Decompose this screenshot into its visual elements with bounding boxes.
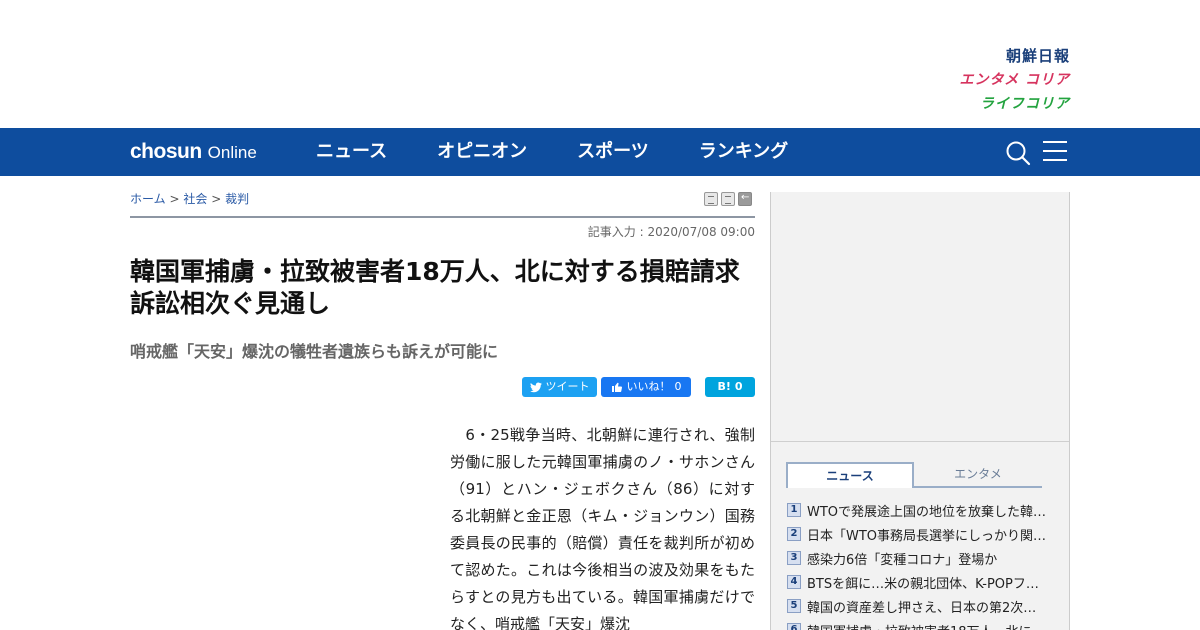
like-count: 0 — [674, 380, 682, 393]
rank-number-badge: 5 — [787, 599, 801, 613]
ranking-item[interactable]: 4 BTSを餌に…米の親北団体、K-POPファン… — [787, 570, 1049, 594]
article-headline: 韓国軍捕虜・拉致被害者18万人、北に対する損賠請求訴訟相次ぐ見通し — [130, 257, 740, 318]
header-divider — [130, 216, 755, 218]
ranking-item-title: 感染力6倍「変種コロナ」登場か — [807, 552, 998, 568]
nav-link-news[interactable]: ニュース — [316, 128, 387, 176]
breadcrumb: ホーム > 社会 > 裁判 — [130, 190, 249, 207]
ranking-item[interactable]: 1 WTOで発展途上国の地位を放棄した韓国… — [787, 498, 1049, 522]
tab-entertainment[interactable]: エンタメ — [914, 462, 1042, 488]
like-label: いいね！ — [626, 380, 671, 393]
chosun-online-logo[interactable]: chosun Online — [130, 138, 257, 166]
article-date: 記事入力 : 2020/07/08 09:00 — [587, 225, 755, 239]
hatena-bookmark-button[interactable]: B! 0 — [705, 377, 755, 397]
nav-link-ranking[interactable]: ランキング — [699, 128, 788, 176]
hatena-icon: B! — [717, 380, 731, 393]
nav-link-sports[interactable]: スポーツ — [577, 128, 649, 176]
breadcrumb-category[interactable]: 裁判 — [225, 192, 249, 206]
brand-links: 朝鮮日報 エンタメ コリア ライフコリア — [870, 44, 1070, 116]
ranking-item[interactable]: 3 感染力6倍「変種コロナ」登場か — [787, 546, 1049, 570]
ranking-item-title: 日本「WTO事務局長選挙にしっかり関与… — [807, 528, 1049, 544]
nav-links: ニュース オピニオン スポーツ ランキング — [316, 128, 838, 176]
breadcrumb-separator: > — [169, 192, 180, 206]
ranking-item-title: BTSを餌に…米の親北団体、K-POPファン… — [807, 576, 1049, 592]
main-navbar: chosun Online ニュース オピニオン スポーツ ランキング — [0, 128, 1200, 176]
search-icon[interactable] — [1005, 140, 1031, 166]
breadcrumb-separator: > — [211, 192, 222, 206]
rank-number-badge: 3 — [787, 551, 801, 565]
article-subhead: 哨戒艦「天安」爆沈の犠牲者遺族らも訴えが可能に — [130, 342, 499, 361]
top-header: 朝鮮日報 エンタメ コリア ライフコリア — [0, 0, 1200, 128]
ranking-item[interactable]: 2 日本「WTO事務局長選挙にしっかり関与… — [787, 522, 1049, 546]
nav-link-opinion[interactable]: オピニオン — [437, 128, 527, 176]
facebook-like-button[interactable]: いいね！ 0 — [601, 377, 691, 397]
rank-number-badge: 6 — [787, 623, 801, 630]
ranking-item[interactable]: 6 韓国軍捕虜・拉致被害者18万人、北に対… — [787, 618, 1049, 630]
ranking-item[interactable]: 5 韓国の資産差し押さえ、日本の第2次報復… — [787, 594, 1049, 618]
ad-slot — [771, 192, 1069, 442]
rank-number-badge: 1 — [787, 503, 801, 517]
share-buttons: ツイート いいね！ 0 B! 0 — [522, 377, 755, 397]
sidebar: ニュース エンタメ 1 WTOで発展途上国の地位を放棄した韓国… 2 日本「WT… — [770, 192, 1070, 630]
thumbs-up-icon — [611, 382, 622, 393]
breadcrumb-section[interactable]: 社会 — [183, 192, 207, 206]
life-korea-logo-link[interactable]: ライフコリア — [870, 92, 1070, 116]
article-tools — [704, 192, 752, 206]
ranking-tabs: ニュース エンタメ — [786, 462, 1042, 488]
article-body: 6・25戦争当時、北朝鮮に連行され、強制労働に服した元韓国軍捕虜のノ・サホンさん… — [450, 426, 755, 630]
logo-text-online: Online — [207, 143, 257, 162]
twitter-bird-icon — [529, 381, 542, 392]
ranking-item-title: 韓国軍捕虜・拉致被害者18万人、北に対… — [807, 621, 1049, 630]
menu-icon[interactable] — [1043, 141, 1067, 163]
tweet-label: ツイート — [545, 380, 590, 393]
ranking-item-title: 韓国の資産差し押さえ、日本の第2次報復… — [807, 600, 1049, 616]
back-arrow-icon[interactable] — [738, 192, 752, 206]
chosun-ilbo-logo-link[interactable]: 朝鮮日報 — [870, 44, 1070, 68]
rank-number-badge: 4 — [787, 575, 801, 589]
ranking-item-title: WTOで発展途上国の地位を放棄した韓国… — [807, 504, 1049, 520]
breadcrumb-home[interactable]: ホーム — [130, 192, 166, 206]
rank-number-badge: 2 — [787, 527, 801, 541]
tab-news[interactable]: ニュース — [786, 462, 914, 488]
print-icon[interactable] — [704, 192, 718, 206]
text-size-icon[interactable] — [721, 192, 735, 206]
tweet-button[interactable]: ツイート — [522, 377, 597, 397]
hatena-count: 0 — [734, 380, 743, 393]
entertainment-korea-logo-link[interactable]: エンタメ コリア — [870, 68, 1070, 92]
ranking-list: 1 WTOで発展途上国の地位を放棄した韓国… 2 日本「WTO事務局長選挙にしっ… — [787, 498, 1049, 630]
logo-text-chosun: chosun — [130, 140, 202, 163]
